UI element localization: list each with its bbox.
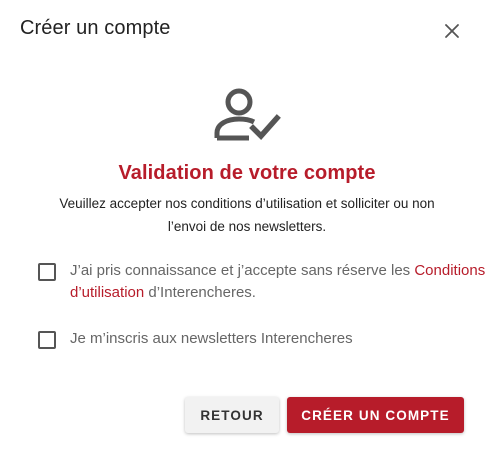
newsletter-label: Je m’inscris aux newsletters Interencher… bbox=[70, 330, 353, 347]
validation-description: Veuillez accepter nos conditions d’utili… bbox=[59, 196, 435, 234]
user-check-icon bbox=[214, 88, 281, 141]
create-account-dialog: Créer un compte Validation de votre comp… bbox=[0, 0, 494, 457]
back-button[interactable]: RETOUR bbox=[185, 397, 279, 433]
validation-heading: Validation de votre compte bbox=[118, 162, 376, 184]
close-button[interactable] bbox=[441, 20, 463, 42]
close-icon[interactable] bbox=[444, 23, 460, 39]
terms-label-after: d’Interencheres. bbox=[144, 284, 256, 301]
terms-checkbox-row[interactable]: J’ai pris connaissance et j’accepte sans… bbox=[38, 260, 494, 304]
terms-label-before: J’ai pris connaissance et j’accepte sans… bbox=[70, 262, 415, 279]
create-account-button[interactable]: CRÉER UN COMPTE bbox=[287, 397, 464, 433]
newsletter-checkbox[interactable] bbox=[38, 331, 56, 349]
terms-label: J’ai pris connaissance et j’accepte sans… bbox=[70, 260, 494, 304]
newsletter-checkbox-row[interactable]: Je m’inscris aux newsletters Interencher… bbox=[38, 328, 353, 350]
terms-checkbox[interactable] bbox=[38, 263, 56, 281]
dialog-title: Créer un compte bbox=[20, 17, 171, 39]
